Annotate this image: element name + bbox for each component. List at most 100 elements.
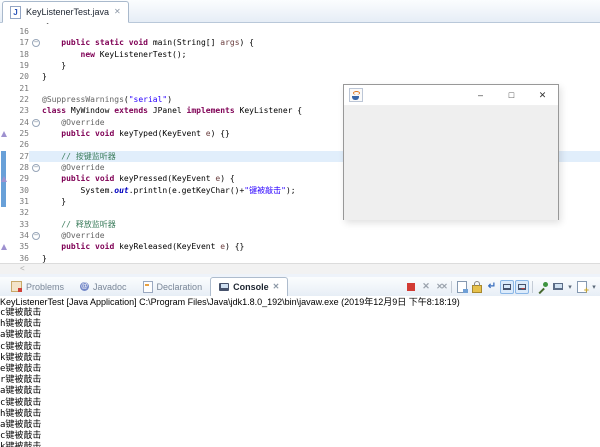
code-text: } — [42, 253, 600, 263]
open-console-icon[interactable] — [575, 280, 589, 294]
view-tab-javadoc[interactable]: @ Javadoc — [72, 278, 135, 296]
view-tab-label: Problems — [26, 282, 64, 292]
console-view[interactable]: KeyListenerTest [Java Application] C:\Pr… — [0, 296, 600, 447]
console-line: h键被敲击 — [0, 409, 600, 420]
display-selected-console-icon[interactable] — [551, 280, 565, 294]
marker-ruler — [0, 26, 9, 37]
marker-ruler — [0, 128, 9, 139]
marker-ruler — [0, 185, 9, 196]
line-number: 31 — [9, 196, 29, 207]
view-tab-label: Javadoc — [93, 282, 127, 292]
marker-ruler — [0, 196, 9, 207]
override-marker-icon — [1, 176, 7, 182]
line-number: 18 — [9, 49, 29, 60]
close-button[interactable]: ✕ — [527, 86, 558, 105]
close-icon[interactable]: ✕ — [114, 8, 121, 16]
java-app-window[interactable]: – □ ✕ — [343, 84, 559, 220]
marker-ruler — [0, 241, 9, 252]
line-number: 33 — [9, 219, 29, 230]
view-tab-declaration[interactable]: Declaration — [135, 278, 211, 296]
console-toolbar: ✕✕✕ ↵ ▾ ▾ — [404, 278, 600, 295]
folding-column — [29, 49, 42, 60]
editor-line: 35 public void keyReleased(KeyEvent e) {… — [0, 241, 600, 252]
folding-column — [29, 83, 42, 94]
folding-column: − — [29, 37, 42, 48]
line-number: 27 — [9, 151, 29, 162]
javadoc-icon: @ — [80, 282, 89, 291]
clear-console-icon[interactable] — [455, 280, 469, 294]
show-stdout-icon[interactable] — [500, 280, 514, 294]
line-number: 20 — [9, 71, 29, 82]
pin-console-icon[interactable] — [536, 280, 550, 294]
editor-line: 16 — [0, 26, 600, 37]
quick-diff-bar — [1, 162, 6, 173]
close-icon[interactable]: ✕ — [273, 283, 280, 291]
editor-tab-keylistenertest[interactable]: J KeyListenerTest.java ✕ — [2, 1, 129, 23]
folding-column — [29, 26, 42, 37]
marker-ruler — [0, 230, 9, 241]
window-title-bar[interactable]: – □ ✕ — [344, 85, 558, 106]
console-line: a键被敲击 — [0, 330, 600, 341]
console-line: c键被敲击 — [0, 398, 600, 409]
editor-horizontal-scrollbar[interactable]: < — [0, 263, 600, 274]
problems-icon — [11, 281, 22, 292]
line-number: 30 — [9, 185, 29, 196]
marker-ruler — [0, 71, 9, 82]
console-line: a键被敲击 — [0, 420, 600, 431]
window-content — [344, 106, 558, 220]
view-tab-problems[interactable]: Problems — [3, 278, 72, 296]
code-text: } — [42, 60, 600, 71]
code-text: @Override — [42, 230, 600, 241]
declaration-icon — [143, 281, 153, 293]
console-line: k键被敲击 — [0, 353, 600, 364]
folding-column — [29, 151, 42, 162]
console-icon — [219, 283, 229, 291]
code-text: public static void main(String[] args) { — [42, 37, 600, 48]
console-line: h键被敲击 — [0, 319, 600, 330]
view-tab-console[interactable]: Console✕ — [210, 277, 288, 297]
folding-column: − — [29, 230, 42, 241]
line-number: 16 — [9, 26, 29, 37]
folding-column — [29, 219, 42, 230]
marker-ruler — [0, 219, 9, 230]
editor-tab-label: KeyListenerTest.java — [26, 7, 109, 17]
editor-line: 36} — [0, 253, 600, 263]
editor-line: 33 // 释放监听器 — [0, 219, 600, 230]
collapse-icon[interactable]: − — [32, 39, 40, 47]
collapse-icon[interactable]: − — [32, 119, 40, 127]
collapse-icon[interactable]: − — [32, 232, 40, 240]
terminate-icon[interactable] — [404, 280, 418, 294]
line-number: 21 — [9, 83, 29, 94]
marker-ruler — [0, 162, 9, 173]
dropdown-arrow-icon[interactable]: ▾ — [566, 280, 574, 294]
console-glyph — [518, 284, 526, 290]
maximize-button[interactable]: □ — [496, 86, 527, 105]
code-text: public void keyReleased(KeyEvent e) {} — [42, 241, 600, 252]
quick-diff-bar — [1, 196, 6, 207]
scroll-lock-icon[interactable] — [470, 280, 484, 294]
console-process-info: KeyListenerTest [Java Application] C:\Pr… — [0, 296, 600, 308]
line-number: 19 — [9, 60, 29, 71]
minimize-button[interactable]: – — [465, 86, 496, 105]
line-number: 24 — [9, 117, 29, 128]
quick-diff-bar — [1, 151, 6, 162]
word-wrap-icon[interactable]: ↵ — [485, 280, 499, 294]
console-line: c键被敲击 — [0, 342, 600, 353]
marker-ruler — [0, 105, 9, 116]
editor-line: 18 new KeyListenerTest(); — [0, 49, 600, 60]
line-number: 26 — [9, 139, 29, 150]
show-stderr-icon[interactable] — [515, 280, 529, 294]
remove-all-terminated-icon[interactable]: ✕✕ — [434, 280, 448, 294]
folding-column — [29, 173, 42, 184]
bottom-view-tab-bar: Problems@JavadocDeclarationConsole✕ ✕✕✕↵… — [0, 277, 600, 297]
folding-column — [29, 94, 42, 105]
marker-ruler — [0, 49, 9, 60]
override-marker-icon — [1, 244, 7, 250]
java-app-icon — [349, 88, 363, 102]
editor-tab-bar: J KeyListenerTest.java ✕ — [0, 0, 600, 23]
collapse-icon[interactable]: − — [32, 164, 40, 172]
line-number: 28 — [9, 162, 29, 173]
scroll-left-icon[interactable]: < — [20, 264, 25, 273]
remove-launch-icon[interactable]: ✕ — [419, 280, 433, 294]
dropdown-arrow-icon[interactable]: ▾ — [590, 280, 598, 294]
